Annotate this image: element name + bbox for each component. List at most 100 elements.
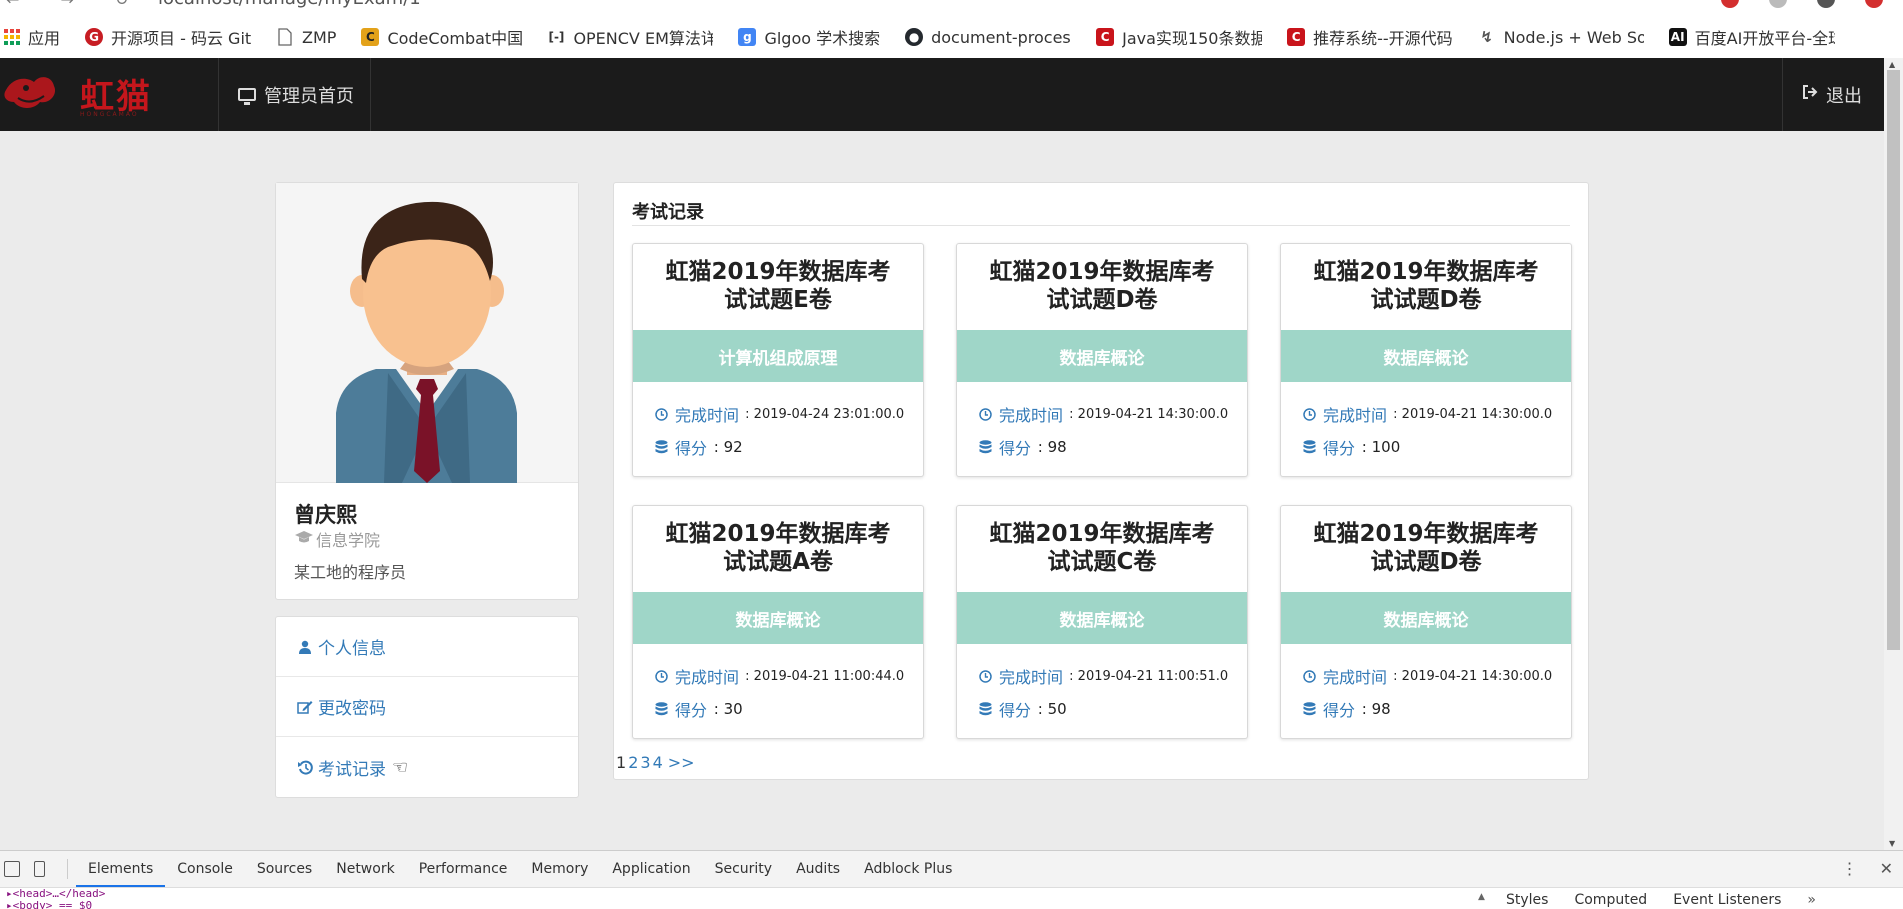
graduation-cap-icon (294, 530, 314, 548)
opencv-icon: [‐] (548, 30, 565, 44)
ai-icon: AI (1668, 28, 1687, 46)
dom-tree[interactable]: ▸<head>…</head> ▸<body> == $0 (6, 888, 105, 909)
admin-home-link[interactable]: 管理员首页 (238, 58, 354, 131)
tab-computed[interactable]: Computed (1574, 892, 1647, 908)
completion-time: 2019-04-21 14:30:00.0 (1401, 668, 1553, 684)
scrollbar-thumb[interactable] (1887, 70, 1900, 650)
bookmark-csdn-recommend[interactable]: C 推荐系统--开源代码 (1287, 25, 1453, 49)
browser-nav-icons[interactable]: ← → ↻ (6, 0, 146, 9)
more-tabs-icon[interactable]: » (1807, 892, 1816, 908)
bookmark-glgoo[interactable]: g Glgoo 学术搜索 (738, 25, 880, 49)
clock-icon (653, 407, 669, 421)
divider (632, 225, 1570, 226)
bookmark-github[interactable]: ● document-processc (905, 28, 1071, 47)
tab-styles[interactable]: Styles (1506, 892, 1548, 908)
bookmark-baidu-ai[interactable]: AI 百度AI开放平台-全球 (1668, 25, 1835, 49)
user-bio: 某工地的程序员 (294, 563, 407, 582)
profile-icon[interactable] (1817, 0, 1835, 8)
codecombat-icon: C (361, 28, 380, 46)
exam-card[interactable]: 虹猫2019年数据库考试试题D卷 数据库概论 完成时间 : 2019-04-21… (1280, 505, 1572, 739)
menu-item-exam-records[interactable]: 考试记录 ☜ (276, 737, 578, 797)
app-navbar: 虹猫 HONGCAMAO 管理员首页 退出 (0, 58, 1884, 131)
exam-title: 虹猫2019年数据库考试试题D卷 (1313, 521, 1539, 575)
bookmark-nodejs[interactable]: ↯ Node.js + Web Soc (1478, 28, 1643, 47)
tab-sources[interactable]: Sources (245, 851, 324, 887)
completion-time-row: 完成时间 : 2019-04-21 14:30:00.0 (1301, 664, 1552, 688)
tab-event-listeners[interactable]: Event Listeners (1673, 892, 1781, 908)
device-toggle-icon[interactable] (34, 861, 45, 877)
nav-divider (218, 58, 219, 131)
page-next-link[interactable]: >> (668, 753, 695, 772)
menu-item-personal-info[interactable]: 个人信息 (276, 617, 578, 677)
avatar (276, 183, 578, 483)
bookmark-codecombat[interactable]: C CodeCombat中国 - (361, 25, 522, 49)
tab-console[interactable]: Console (165, 851, 245, 887)
score-label: 得分 (675, 439, 708, 458)
database-icon (1301, 702, 1317, 716)
completion-time: 2019-04-21 14:30:00.0 (1401, 406, 1553, 422)
bookmarks-bar: 应用 G 开源项目 - 码云 Gite ZMP C CodeCombat中国 -… (0, 22, 1860, 52)
clock-icon (1301, 407, 1317, 421)
exam-card[interactable]: 虹猫2019年数据库考试试题E卷 计算机组成原理 完成时间 : 2019-04-… (632, 243, 924, 477)
completion-time-row: 完成时间 : 2019-04-24 23:01:00.0 (653, 402, 904, 426)
scroll-down-icon[interactable]: ▼ (1889, 839, 1895, 848)
exam-subject: 计算机组成原理 (633, 330, 923, 382)
bookmark-zmp[interactable]: ZMP (276, 28, 336, 47)
tab-network[interactable]: Network (324, 851, 406, 887)
brand-logo[interactable]: 虹猫 HONGCAMAO (0, 68, 200, 120)
page-scrollbar[interactable]: ▲ ▼ (1884, 58, 1903, 850)
extension-icon[interactable] (1769, 0, 1787, 8)
close-icon[interactable]: ✕ (1880, 859, 1893, 878)
tab-security[interactable]: Security (703, 851, 785, 887)
bookmark-gitee[interactable]: G 开源项目 - 码云 Gite (85, 25, 251, 49)
page-link-2[interactable]: 2 (628, 753, 638, 772)
clock-icon (977, 669, 993, 683)
tab-elements[interactable]: Elements (76, 851, 166, 887)
page-link-3[interactable]: 3 (640, 753, 650, 772)
exam-title: 虹猫2019年数据库考试试题E卷 (665, 259, 891, 313)
dom-node-body[interactable]: ▸<body> == $0 (6, 900, 105, 909)
database-icon (653, 440, 669, 454)
completion-time: 2019-04-21 11:00:51.0 (1077, 668, 1229, 684)
database-icon (977, 440, 993, 454)
exam-card[interactable]: 虹猫2019年数据库考试试题D卷 数据库概论 完成时间 : 2019-04-21… (956, 243, 1248, 477)
completion-time-row: 完成时间 : 2019-04-21 11:00:51.0 (977, 664, 1228, 688)
url-text[interactable]: localhost/manage/myExam/1 (158, 0, 421, 9)
exam-title: 虹猫2019年数据库考试试题A卷 (665, 521, 891, 575)
bookmark-csdn-java[interactable]: C Java实现150条数据 (1096, 25, 1262, 49)
page-link-4[interactable]: 4 (653, 753, 663, 772)
extension-icons[interactable] (1721, 0, 1883, 8)
clock-icon (653, 669, 669, 683)
panel-title: 考试记录 (632, 202, 704, 223)
score-value: 92 (723, 438, 743, 456)
glgoo-icon: g (738, 28, 757, 46)
score-value: 98 (1047, 438, 1067, 456)
exam-records-panel: 考试记录 虹猫2019年数据库考试试题E卷 计算机组成原理 完成时间 : 201… (613, 182, 1589, 780)
exam-subject: 数据库概论 (633, 592, 923, 644)
score-label: 得分 (1323, 701, 1356, 720)
address-bar[interactable]: ← → ↻ localhost/manage/myExam/1 (0, 0, 1903, 10)
tab-adblock-plus[interactable]: Adblock Plus (852, 851, 964, 887)
time-label: 完成时间 (1323, 668, 1388, 687)
tab-audits[interactable]: Audits (784, 851, 852, 887)
tab-memory[interactable]: Memory (519, 851, 600, 887)
bookmark-apps[interactable]: 应用 (4, 25, 60, 49)
logout-link[interactable]: 退出 (1802, 58, 1862, 131)
exam-card[interactable]: 虹猫2019年数据库考试试题A卷 数据库概论 完成时间 : 2019-04-21… (632, 505, 924, 739)
scroll-up-icon[interactable]: ▲ (1889, 60, 1895, 69)
kebab-menu-icon[interactable]: ⋮ (1842, 859, 1858, 878)
tab-application[interactable]: Application (600, 851, 702, 887)
bookmark-opencv[interactable]: [‐] OPENCV EM算法详解 (547, 25, 713, 49)
menu-item-change-password[interactable]: 更改密码 (276, 677, 578, 737)
completion-time-row: 完成时间 : 2019-04-21 11:00:44.0 (653, 664, 904, 688)
score-label: 得分 (999, 701, 1032, 720)
exam-title: 虹猫2019年数据库考试试题D卷 (989, 259, 1215, 313)
menu-icon[interactable] (1865, 0, 1883, 8)
styles-pane-tabs: Styles Computed Event Listeners » (1480, 892, 1816, 908)
inspect-element-icon[interactable] (4, 861, 20, 877)
exam-card[interactable]: 虹猫2019年数据库考试试题C卷 数据库概论 完成时间 : 2019-04-21… (956, 505, 1248, 739)
extension-icon[interactable] (1721, 0, 1739, 8)
csdn-icon: C (1287, 28, 1306, 46)
exam-card[interactable]: 虹猫2019年数据库考试试题D卷 数据库概论 完成时间 : 2019-04-21… (1280, 243, 1572, 477)
tab-performance[interactable]: Performance (407, 851, 520, 887)
